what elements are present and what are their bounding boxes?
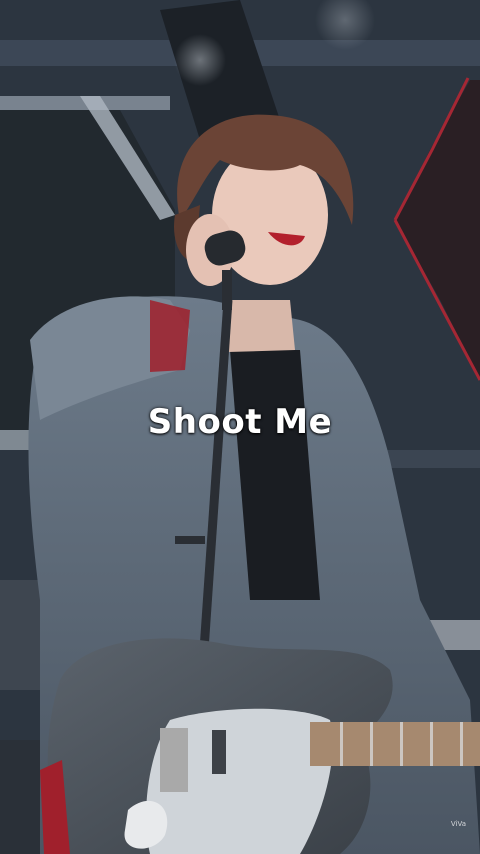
video-caption: Shoot Me xyxy=(147,402,333,442)
watermark-logo: ViVa xyxy=(450,820,466,828)
video-frame[interactable]: Shoot Me ViVa xyxy=(0,0,480,854)
